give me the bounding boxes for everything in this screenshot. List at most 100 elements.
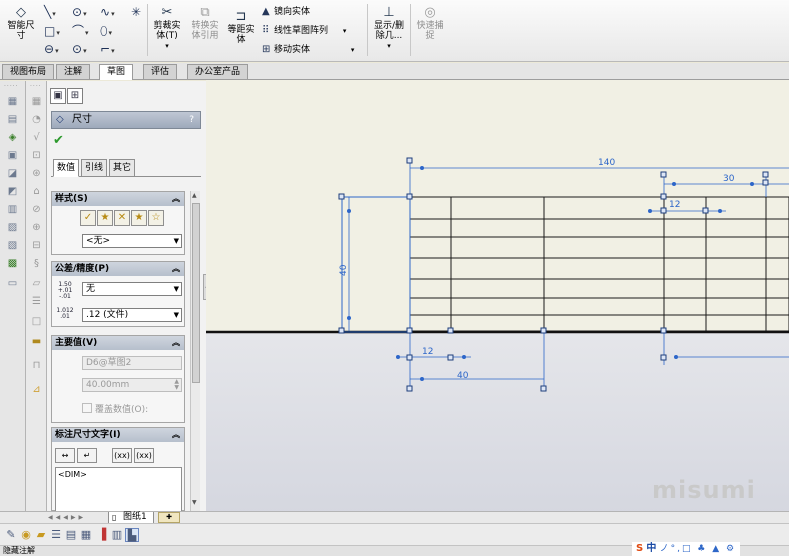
- broken-out-section-icon[interactable]: ◩: [6, 185, 19, 198]
- block-icon[interactable]: ▱: [30, 277, 43, 290]
- offset-entities-button[interactable]: ⊐ 等距实 体: [225, 10, 257, 46]
- chevron-down-icon: ▼: [173, 311, 179, 319]
- dimension-text-title[interactable]: 标注尺寸文字(I) ︽: [52, 428, 184, 442]
- center-mark-icon[interactable]: ⊕: [30, 221, 43, 234]
- tab-view-layout[interactable]: 视图布局: [2, 64, 55, 79]
- annotation-view-icon[interactable]: ▙: [125, 528, 139, 542]
- centerline-icon[interactable]: ⊟: [30, 239, 43, 252]
- break-view-icon[interactable]: ▥: [6, 203, 19, 216]
- ok-check-icon[interactable]: ✔: [53, 133, 64, 148]
- note-icon[interactable]: ▦: [30, 95, 43, 108]
- show-delete-relations-button[interactable]: ⊥ 显示/删 除几... ▾: [370, 6, 408, 51]
- alternate-position-icon[interactable]: ▧: [6, 239, 19, 252]
- line-style-icon[interactable]: ▤: [64, 528, 78, 542]
- hole-callout-icon[interactable]: ⊘: [30, 203, 43, 216]
- property-manager-tab-icon[interactable]: ▣: [50, 88, 66, 104]
- tolerance-type-select[interactable]: 无 ▼: [82, 282, 182, 296]
- style-group-title[interactable]: 样式(S) ︽: [52, 192, 184, 206]
- convert-entities-button[interactable]: ⧉ 转换实 体引用: [186, 6, 224, 42]
- tolerance-group-title[interactable]: 公差/精度(P) ︽: [52, 262, 184, 276]
- color-display-icon[interactable]: ▐: [95, 528, 109, 542]
- standard-3-view-icon[interactable]: ▩: [6, 257, 19, 270]
- move-dropdown-icon[interactable]: ▾: [351, 46, 355, 54]
- sheet-nav-arrows-icon[interactable]: ◀◀◀▶▶: [48, 514, 86, 521]
- delete-style-icon[interactable]: ✕: [114, 210, 130, 226]
- crop-view-icon[interactable]: ▨: [6, 221, 19, 234]
- pencil-icon[interactable]: ✎: [4, 528, 18, 542]
- collapse-chevron-icon: ︽: [172, 338, 180, 347]
- layer-icon[interactable]: ◉: [19, 528, 33, 542]
- surface-finish-icon[interactable]: √: [30, 131, 43, 144]
- text-position-icon[interactable]: ↔: [55, 448, 75, 463]
- table-icon[interactable]: ☰: [30, 295, 43, 308]
- mirror-entities-button[interactable]: ▲ 镜向实体: [262, 6, 310, 18]
- collapse-chevron-icon: ︽: [172, 264, 180, 273]
- override-value-label: 覆盖数值(O):: [95, 405, 149, 415]
- add-style-icon[interactable]: ★: [97, 210, 113, 226]
- fillet-tool[interactable]: ⌐▾: [100, 43, 115, 57]
- ellipse-tool[interactable]: ⬯▾: [100, 25, 112, 39]
- configuration-tab-icon[interactable]: ⊞: [67, 88, 83, 104]
- add-sheet-icon[interactable]: ✚: [158, 512, 180, 523]
- layer-properties-icon[interactable]: ▥: [110, 528, 124, 542]
- smart-dimension-button[interactable]: ◇ 智能尺 寸: [2, 6, 40, 42]
- inspection-dimension-button[interactable]: (xx): [134, 448, 154, 463]
- watermark-text: misumi: [652, 476, 756, 504]
- add-parentheses-button[interactable]: (xx): [112, 448, 132, 463]
- point-tool[interactable]: ✳: [131, 6, 141, 18]
- line-tool[interactable]: ╲▾: [44, 6, 56, 20]
- linear-pattern-dropdown-icon[interactable]: ▾: [343, 27, 347, 35]
- rectangle-tool[interactable]: □▾: [44, 25, 60, 39]
- folder-icon[interactable]: ▬: [30, 335, 43, 348]
- scroll-thumb[interactable]: [192, 203, 200, 383]
- revision-icon[interactable]: □: [30, 315, 43, 328]
- style-select[interactable]: <无> ▼: [82, 234, 182, 248]
- load-style-icon[interactable]: ☆: [148, 210, 164, 226]
- trim-entities-button[interactable]: ✂ 剪裁实 体(T) ▾: [150, 6, 184, 51]
- line-format-icon[interactable]: ☰: [49, 528, 63, 542]
- primary-value-title[interactable]: 主要值(V) ︽: [52, 336, 184, 350]
- model-view-icon[interactable]: ▦: [6, 95, 19, 108]
- datum-icon[interactable]: ⊡: [30, 149, 43, 162]
- precision-select[interactable]: .12 (文件) ▼: [82, 308, 182, 322]
- polygon-tool[interactable]: ⊙▾: [72, 43, 87, 57]
- tab-leaders[interactable]: 引线: [81, 159, 108, 177]
- tab-sketch[interactable]: 草图: [99, 64, 134, 80]
- tab-value[interactable]: 数值: [53, 159, 80, 177]
- apply-default-style-icon[interactable]: ✓: [80, 210, 96, 226]
- dim-12-top: 12: [669, 200, 680, 210]
- detail-view-icon[interactable]: ◪: [6, 167, 19, 180]
- tab-office-products[interactable]: 办公室产品: [187, 64, 249, 79]
- section-view-icon[interactable]: ▣: [6, 149, 19, 162]
- save-style-icon[interactable]: ★: [131, 210, 147, 226]
- circle-tool[interactable]: ⊙▾: [72, 6, 87, 20]
- move-entities-button[interactable]: ⊞ 移动实体 ▾: [262, 44, 354, 56]
- slot-tool[interactable]: ⊖▾: [44, 43, 59, 57]
- geometric-tolerance-icon[interactable]: ⊛: [30, 167, 43, 180]
- balloon-icon[interactable]: ◔: [30, 113, 43, 126]
- help-button[interactable]: ?: [189, 112, 194, 128]
- weld-symbol-icon[interactable]: ⌂: [30, 185, 43, 198]
- projected-view-icon[interactable]: ▤: [6, 113, 19, 126]
- arc-tool[interactable]: ⌒▾: [72, 25, 89, 39]
- offset-label: 等距实 体: [227, 25, 255, 45]
- pm-scrollbar[interactable]: ▲ ▼: [190, 191, 200, 511]
- graphics-area[interactable]: ⊕⊙↶⟳▣◧▾ꟼ▾●: [206, 80, 789, 526]
- hatch-icon[interactable]: §: [30, 257, 43, 270]
- tab-annotation[interactable]: 注解: [56, 64, 91, 79]
- tab-evaluate[interactable]: 评估: [143, 64, 178, 79]
- dimension-text-input[interactable]: <DIM>: [55, 467, 182, 513]
- override-value-checkbox[interactable]: [82, 403, 92, 413]
- folder-icon[interactable]: ▰: [34, 528, 48, 542]
- auxiliary-view-icon[interactable]: ◈: [6, 131, 19, 144]
- empty-view-icon[interactable]: ▭: [6, 277, 19, 290]
- hide-edge-icon[interactable]: ▦: [79, 528, 93, 542]
- quick-snaps-button[interactable]: ◎ 快速捕 捉: [413, 6, 447, 42]
- leader-position-icon[interactable]: ↵: [77, 448, 97, 463]
- open-folder-icon[interactable]: ⊿: [30, 383, 43, 396]
- magnet-line-icon[interactable]: ⊓: [30, 359, 43, 372]
- ime-toolbar[interactable]: S 中 ノ°,□ ♣ ▲ ⚙: [632, 542, 741, 556]
- tab-other[interactable]: 其它: [109, 159, 136, 177]
- linear-pattern-button[interactable]: ⠿ 线性草图阵列 ▾: [262, 25, 346, 37]
- spline-tool[interactable]: ∿▾: [100, 6, 115, 20]
